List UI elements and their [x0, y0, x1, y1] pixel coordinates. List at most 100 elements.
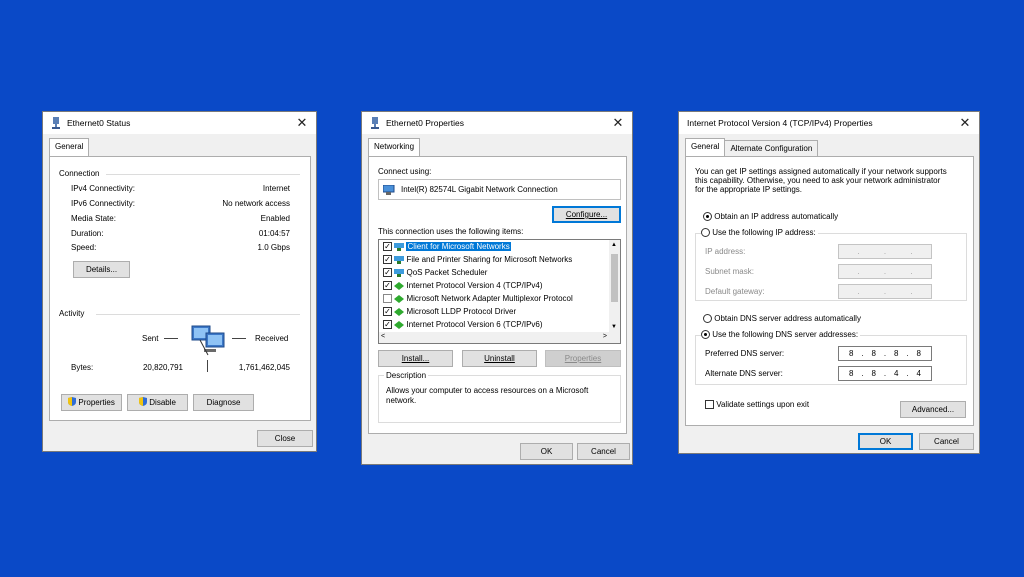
list-item[interactable]: ✓ File and Printer Sharing for Microsoft…: [383, 255, 573, 265]
status-properties-button[interactable]: Properties: [61, 394, 122, 411]
components-list[interactable]: ✓ Client for Microsoft Networks ✓ File a…: [378, 239, 621, 344]
obtain-dns-auto-radio[interactable]: Obtain DNS server address automatically: [703, 314, 861, 324]
radio-button[interactable]: [703, 314, 712, 324]
list-item[interactable]: ✓ Microsoft LLDP Protocol Driver: [383, 307, 516, 317]
configure-button[interactable]: Configure...: [552, 206, 621, 223]
tab-general[interactable]: General: [49, 138, 90, 156]
received-label: Received: [255, 334, 289, 343]
radio-label: Use the following DNS server addresses:: [712, 330, 859, 339]
general-panel: Connection IPv4 Connectivity: Internet I…: [49, 156, 311, 421]
disable-button[interactable]: Disable: [127, 394, 188, 411]
ok-button[interactable]: OK: [858, 433, 913, 450]
diagnose-button[interactable]: Diagnose: [193, 394, 254, 411]
general-panel: You can get IP settings assigned automat…: [685, 156, 974, 426]
item-label: File and Printer Sharing for Microsoft N…: [406, 255, 573, 264]
validate-checkbox-row[interactable]: Validate settings upon exit: [705, 400, 809, 410]
window-title: Ethernet0 Status: [67, 118, 131, 128]
close-icon[interactable]: ✕: [294, 115, 310, 131]
radio-button[interactable]: [703, 212, 712, 222]
list-item[interactable]: ✓ Internet Protocol Version 6 (TCP/IPv6): [383, 320, 543, 330]
default-gateway-field[interactable]: ...: [838, 284, 932, 299]
use-following-ip-radio[interactable]: Use the following IP address:: [701, 228, 818, 238]
network-protocol-icon: [394, 294, 405, 303]
obtain-ip-auto-radio[interactable]: Obtain an IP address automatically: [703, 212, 838, 222]
network-protocol-icon: [394, 307, 405, 316]
tab-alternate-configuration[interactable]: Alternate Configuration: [724, 140, 819, 157]
status-close-button[interactable]: Close: [257, 430, 313, 447]
scroll-right-arrow[interactable]: >: [603, 333, 607, 340]
sent-label: Sent: [142, 334, 159, 343]
items-label: This connection uses the following items…: [378, 227, 524, 236]
details-button[interactable]: Details...: [73, 261, 130, 278]
item-label: Microsoft Network Adapter Multiplexor Pr…: [406, 294, 573, 303]
intro-text-line-3: for the appropriate IP settings.: [695, 185, 803, 194]
ethernet-status-window: Ethernet0 Status ✕ General Connection IP…: [42, 111, 317, 452]
tab-networking[interactable]: Networking: [368, 138, 421, 156]
list-item[interactable]: ✓ Internet Protocol Version 4 (TCP/IPv4): [383, 281, 543, 291]
media-state-value: Enabled: [260, 214, 290, 223]
scroll-left-arrow[interactable]: <: [381, 333, 385, 340]
cancel-button[interactable]: Cancel: [577, 443, 630, 460]
uninstall-button[interactable]: Uninstall: [462, 350, 537, 367]
scroll-up-arrow[interactable]: ▲: [611, 242, 617, 248]
network-protocol-icon: [394, 320, 405, 329]
scroll-thumb[interactable]: [611, 254, 618, 302]
ip-address-field[interactable]: ...: [838, 244, 932, 259]
cancel-button[interactable]: Cancel: [919, 433, 974, 450]
scroll-down-arrow[interactable]: ▼: [611, 324, 617, 330]
shield-icon: [139, 397, 148, 406]
radio-button[interactable]: [701, 330, 710, 340]
ipv6-label: IPv6 Connectivity:: [71, 199, 136, 208]
adapter-field: Intel(R) 82574L Gigabit Network Connecti…: [378, 179, 621, 200]
item-checkbox[interactable]: ✓: [383, 255, 392, 265]
properties-label: Properties: [78, 398, 115, 407]
subnet-mask-label: Subnet mask:: [705, 267, 754, 276]
media-state-label: Media State:: [71, 214, 116, 223]
network-card-icon: [383, 185, 395, 195]
validate-checkbox[interactable]: [705, 400, 714, 410]
alternate-dns-field[interactable]: 8.8.4.4: [838, 366, 932, 381]
component-properties-button[interactable]: Properties: [545, 350, 621, 367]
close-icon[interactable]: ✕: [957, 115, 973, 131]
title-bar[interactable]: Ethernet0 Properties ✕: [362, 112, 632, 134]
title-bar[interactable]: Internet Protocol Version 4 (TCP/IPv4) P…: [679, 112, 979, 134]
item-checkbox[interactable]: ✓: [383, 320, 392, 330]
bytes-received-value: 1,761,462,045: [238, 363, 290, 372]
radio-button[interactable]: [701, 228, 710, 238]
preferred-dns-field[interactable]: 8.8.8.8: [838, 346, 932, 361]
subnet-mask-field[interactable]: ...: [838, 264, 932, 279]
ipv6-value: No network access: [222, 199, 290, 208]
vertical-scrollbar[interactable]: ▲ ▼: [609, 240, 620, 332]
connect-using-label: Connect using:: [378, 167, 432, 176]
title-bar[interactable]: Ethernet0 Status ✕: [43, 112, 316, 134]
window-title: Internet Protocol Version 4 (TCP/IPv4) P…: [687, 118, 873, 128]
use-following-dns-radio[interactable]: Use the following DNS server addresses:: [701, 330, 861, 340]
networking-panel: Connect using: Intel(R) 82574L Gigabit N…: [368, 156, 627, 434]
item-checkbox[interactable]: ✓: [383, 242, 392, 252]
item-checkbox[interactable]: [383, 294, 392, 304]
description-line-2: network.: [386, 396, 417, 405]
default-gateway-label: Default gateway:: [705, 287, 765, 296]
item-checkbox[interactable]: ✓: [383, 281, 392, 291]
list-item[interactable]: ✓ Client for Microsoft Networks: [383, 242, 511, 252]
item-checkbox[interactable]: ✓: [383, 268, 392, 278]
window-title: Ethernet0 Properties: [386, 118, 464, 128]
ok-button[interactable]: OK: [520, 443, 573, 460]
close-icon[interactable]: ✕: [610, 115, 626, 131]
ipv4-label: IPv4 Connectivity:: [71, 184, 136, 193]
advanced-button[interactable]: Advanced...: [900, 401, 966, 418]
network-activity-icon: [191, 325, 225, 356]
speed-label: Speed:: [71, 243, 97, 252]
intro-text-line-2: this capability. Otherwise, you need to …: [695, 176, 941, 185]
item-checkbox[interactable]: ✓: [383, 307, 392, 317]
horizontal-scrollbar[interactable]: < >: [379, 332, 620, 343]
radio-label: Use the following IP address:: [712, 228, 816, 237]
shield-icon: [68, 397, 77, 406]
install-button[interactable]: Install...: [378, 350, 453, 367]
disable-label: Disable: [149, 398, 176, 407]
alternate-dns-label: Alternate DNS server:: [705, 369, 783, 378]
list-item[interactable]: Microsoft Network Adapter Multiplexor Pr…: [383, 294, 573, 304]
duration-label: Duration:: [71, 229, 104, 238]
list-item[interactable]: ✓ QoS Packet Scheduler: [383, 268, 487, 278]
tab-general[interactable]: General: [685, 138, 726, 156]
